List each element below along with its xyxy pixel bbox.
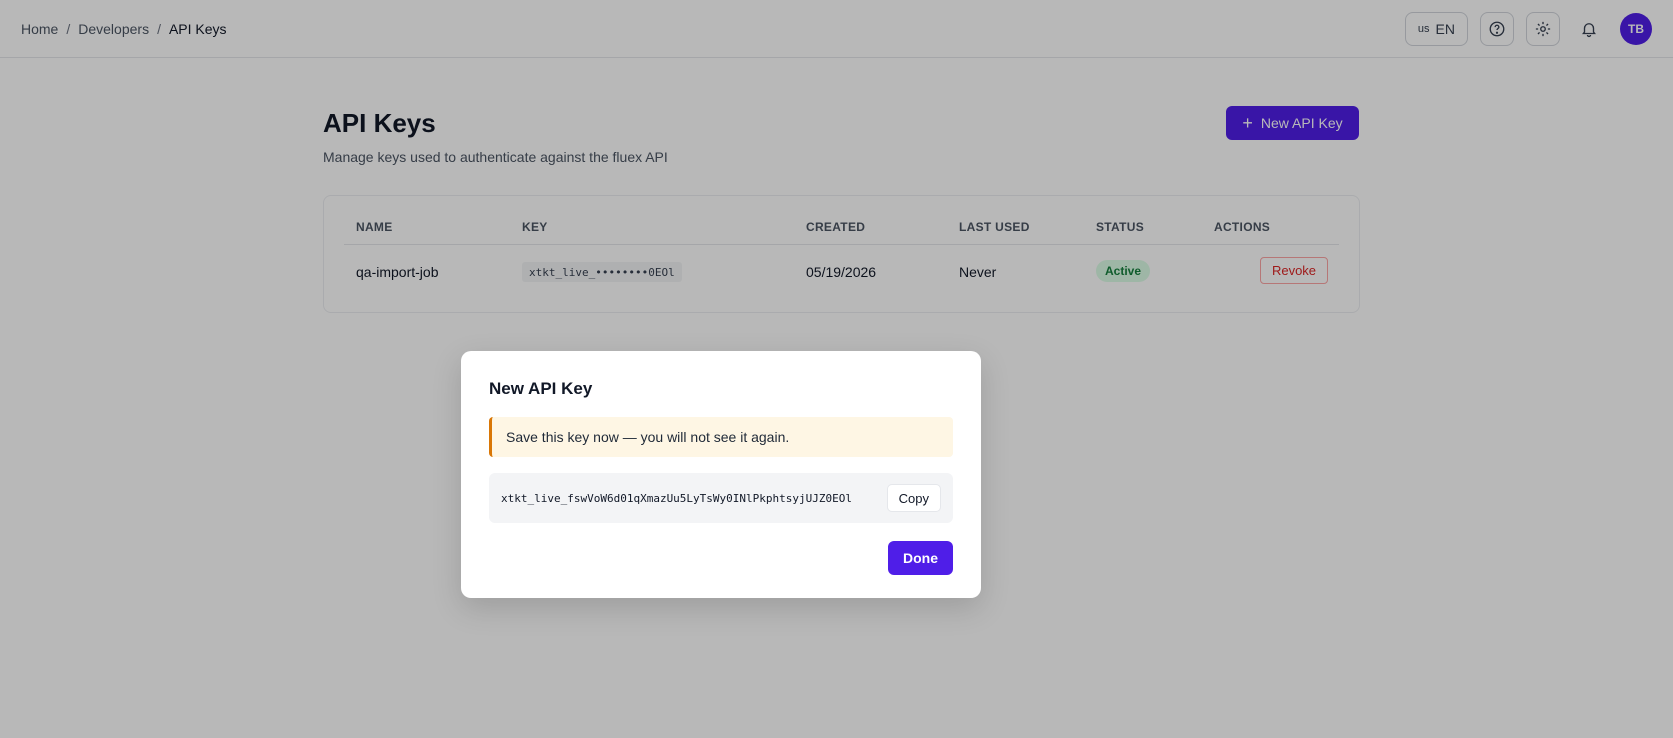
app-root: Home / Developers / API Keys us EN TB AP… xyxy=(0,0,1673,738)
save-key-warning: Save this key now — you will not see it … xyxy=(489,417,953,457)
done-button[interactable]: Done xyxy=(888,541,953,575)
new-api-key-modal: New API Key Save this key now — you will… xyxy=(461,351,981,598)
copy-button[interactable]: Copy xyxy=(886,484,941,512)
new-key-box: xtkt_live_fswVoW6d01qXmazUu5LyTsWy0INlPk… xyxy=(489,473,953,523)
new-key-value[interactable]: xtkt_live_fswVoW6d01qXmazUu5LyTsWy0INlPk… xyxy=(501,492,852,505)
modal-title: New API Key xyxy=(489,379,593,398)
